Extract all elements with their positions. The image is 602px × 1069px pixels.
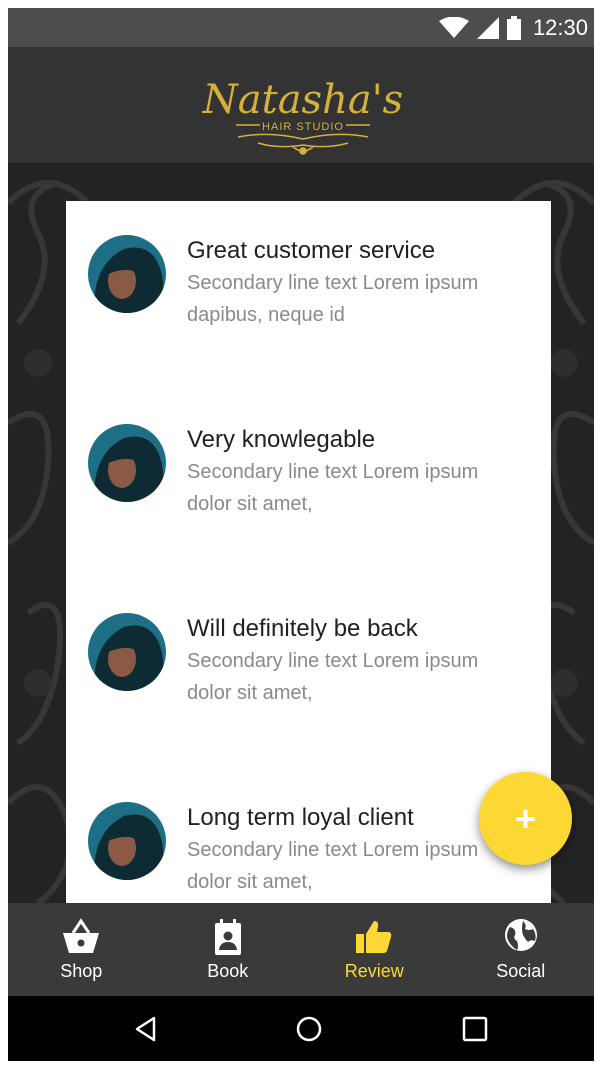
status-icons: 12:30 [438, 8, 588, 47]
avatar [88, 802, 166, 880]
back-button[interactable] [116, 996, 176, 1061]
thumbs-up-icon [356, 921, 392, 953]
status-time: 12:30 [532, 14, 588, 40]
logo-ornament [237, 133, 369, 155]
system-navigation-bar [8, 996, 594, 1061]
review-secondary-text: Secondary line text Lorem ipsum dolor si… [187, 461, 479, 515]
nav-item-shop[interactable]: Shop [8, 903, 155, 996]
review-item[interactable]: Very knowlegable Secondary line text Lor… [66, 390, 551, 579]
review-title: Long term loyal client [187, 804, 414, 831]
avatar [88, 424, 166, 502]
nav-item-book[interactable]: Book [155, 903, 302, 996]
home-button[interactable] [279, 996, 339, 1061]
globe-icon [504, 919, 537, 951]
nav-label: Social [496, 961, 546, 981]
nav-item-social[interactable]: Social [448, 903, 595, 996]
review-secondary-text: Secondary line text Lorem ipsum dolor si… [187, 839, 479, 893]
review-title: Very knowlegable [187, 426, 376, 453]
nav-label: Shop [60, 961, 103, 981]
review-secondary-text: Secondary line text Lorem ipsum dapibus,… [187, 272, 479, 326]
bottom-navigation: Shop Book Review Social [8, 903, 594, 996]
back-icon [135, 1016, 156, 1041]
avatar [88, 613, 166, 691]
review-title: Will definitely be back [187, 615, 418, 642]
review-item[interactable]: Will definitely be back Secondary line t… [66, 579, 551, 768]
calendar-person-icon [214, 919, 241, 955]
review-item[interactable]: Great customer service Secondary line te… [66, 201, 551, 390]
nav-item-review[interactable]: Review [301, 903, 448, 996]
nav-label: Review [344, 961, 404, 981]
avatar [88, 235, 166, 313]
battery-icon [506, 15, 521, 40]
logo-subtitle-text: HAIR STUDIO [262, 121, 344, 133]
shopping-basket-icon [63, 918, 100, 953]
review-title: Great customer service [187, 237, 436, 264]
recents-icon [462, 1016, 488, 1041]
wifi-icon [438, 16, 469, 38]
plus-icon: + [514, 797, 537, 839]
home-icon [296, 1016, 322, 1041]
signal-icon [476, 16, 499, 39]
review-item[interactable]: Long term loyal client Secondary line te… [66, 768, 551, 903]
recents-button[interactable] [445, 996, 505, 1061]
status-bar: 12:30 [8, 8, 594, 47]
studio-logo: Natasha's HAIR STUDIO [202, 77, 403, 155]
review-secondary-text: Secondary line text Lorem ipsum dolor si… [187, 650, 479, 704]
reviews-card[interactable]: Great customer service Secondary line te… [66, 201, 551, 903]
nav-label: Book [207, 961, 249, 981]
add-review-button[interactable]: + [479, 772, 572, 865]
app-bar: Natasha's HAIR STUDIO [8, 47, 594, 163]
phone-screen: 12:30 Natasha's HAIR STUDIO Great custom… [8, 8, 594, 1061]
logo-script-text: Natasha's [202, 77, 403, 123]
